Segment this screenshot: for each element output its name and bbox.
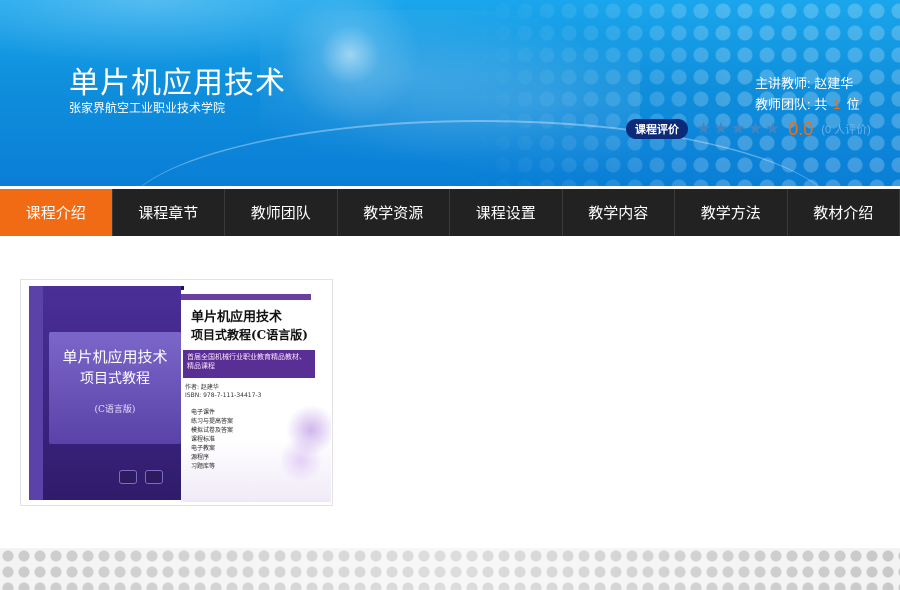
- publisher-logo-icon: [119, 470, 137, 484]
- tab-course-intro[interactable]: 课程介绍: [0, 189, 113, 236]
- tab-teaching-methods[interactable]: 教学方法: [675, 189, 788, 236]
- book-back-band: 首届全国机械行业职业教育精品教材、精品课程: [183, 350, 315, 378]
- teacher-team-unit: 位: [846, 97, 860, 112]
- tab-course-chapters[interactable]: 课程章节: [113, 189, 225, 236]
- star-icon[interactable]: ★: [713, 119, 728, 139]
- book-back-info: 作者: 赵建华 ISBN: 978-7-111-34417-3: [185, 384, 261, 400]
- rating-badge[interactable]: 课程评价: [626, 119, 688, 139]
- footer-dots-decoration: [0, 548, 900, 590]
- list-item: 练习与提高答案: [191, 418, 234, 425]
- teacher-team-count: 1: [833, 97, 841, 112]
- textbook-cover-image: 单片机应用技术 项目式教程 (C语言版) 单片机应用技术 项目式教程(C语言版)…: [20, 279, 333, 506]
- list-item: 习题库等: [191, 463, 216, 470]
- tab-teaching-content[interactable]: 教学内容: [563, 189, 675, 236]
- list-item: 电子课件: [191, 409, 216, 416]
- book-back-list: 电子课件 练习与提高答案 模拟试卷及答案 课程标准 电子教案 源程序 习题库等: [191, 408, 233, 471]
- lead-teacher-name[interactable]: 赵建华: [814, 76, 853, 91]
- star-icon[interactable]: ★: [731, 119, 746, 139]
- course-nav: 课程介绍 课程章节 教师团队 教学资源 课程设置 教学内容 教学方法 教材介绍: [0, 189, 900, 236]
- tab-teaching-resources[interactable]: 教学资源: [338, 189, 450, 236]
- course-title: 单片机应用技术: [69, 67, 286, 100]
- flower-decoration: [281, 400, 331, 490]
- teacher-info: 主讲教师: 赵建华 教师团队: 共 1位: [755, 73, 895, 115]
- star-icon[interactable]: ★: [696, 119, 711, 139]
- cd-logo-icon: [145, 470, 163, 484]
- lead-teacher-label: 主讲教师:: [755, 76, 811, 91]
- school-name: 张家界航空工业职业技术学院: [69, 101, 226, 115]
- teacher-team-line: 教师团队: 共 1位: [755, 94, 895, 115]
- book-back-cover: 单片机应用技术 项目式教程(C语言版) 首届全国机械行业职业教育精品教材、精品课…: [181, 290, 331, 502]
- course-rating: 课程评价 ★ ★ ★ ★ ★ 0.0 (0 人评价): [626, 118, 896, 140]
- list-item: 电子教案: [191, 445, 216, 452]
- lead-teacher-line: 主讲教师: 赵建华: [755, 73, 895, 94]
- rating-score: 0.0: [788, 118, 814, 139]
- book-back-title-line1: 单片机应用技术: [191, 310, 283, 325]
- rating-people-count: (0 人评价): [821, 124, 871, 136]
- book-front-cover: 单片机应用技术 项目式教程 (C语言版): [29, 286, 184, 500]
- book-front-title-line1: 单片机应用技术: [62, 348, 168, 366]
- tab-teacher-team[interactable]: 教师团队: [225, 189, 338, 236]
- purple-bar: [181, 294, 311, 300]
- book-spine: [29, 286, 43, 500]
- book-back-title-line2: 项目式教程(C语言版): [191, 328, 308, 342]
- star-icon[interactable]: ★: [765, 119, 780, 139]
- list-item: 课程标准: [191, 436, 216, 443]
- star-icon[interactable]: ★: [748, 119, 763, 139]
- book-title-box: 单片机应用技术 项目式教程 (C语言版): [49, 332, 181, 444]
- course-banner: 单片机应用技术 张家界航空工业职业技术学院 主讲教师: 赵建华 教师团队: 共 1…: [0, 0, 900, 186]
- book-front-edition: (C语言版): [94, 405, 136, 415]
- book-back-author: 作者: 赵建华: [185, 384, 219, 391]
- tab-textbook-intro[interactable]: 教材介绍: [788, 189, 900, 236]
- tab-course-settings[interactable]: 课程设置: [450, 189, 563, 236]
- book-back-isbn: ISBN: 978-7-111-34417-3: [185, 392, 262, 399]
- list-item: 模拟试卷及答案: [191, 427, 234, 434]
- book-front-title-line2: 项目式教程: [80, 371, 150, 387]
- list-item: 源程序: [191, 454, 210, 461]
- teacher-team-label: 教师团队: 共: [755, 97, 828, 112]
